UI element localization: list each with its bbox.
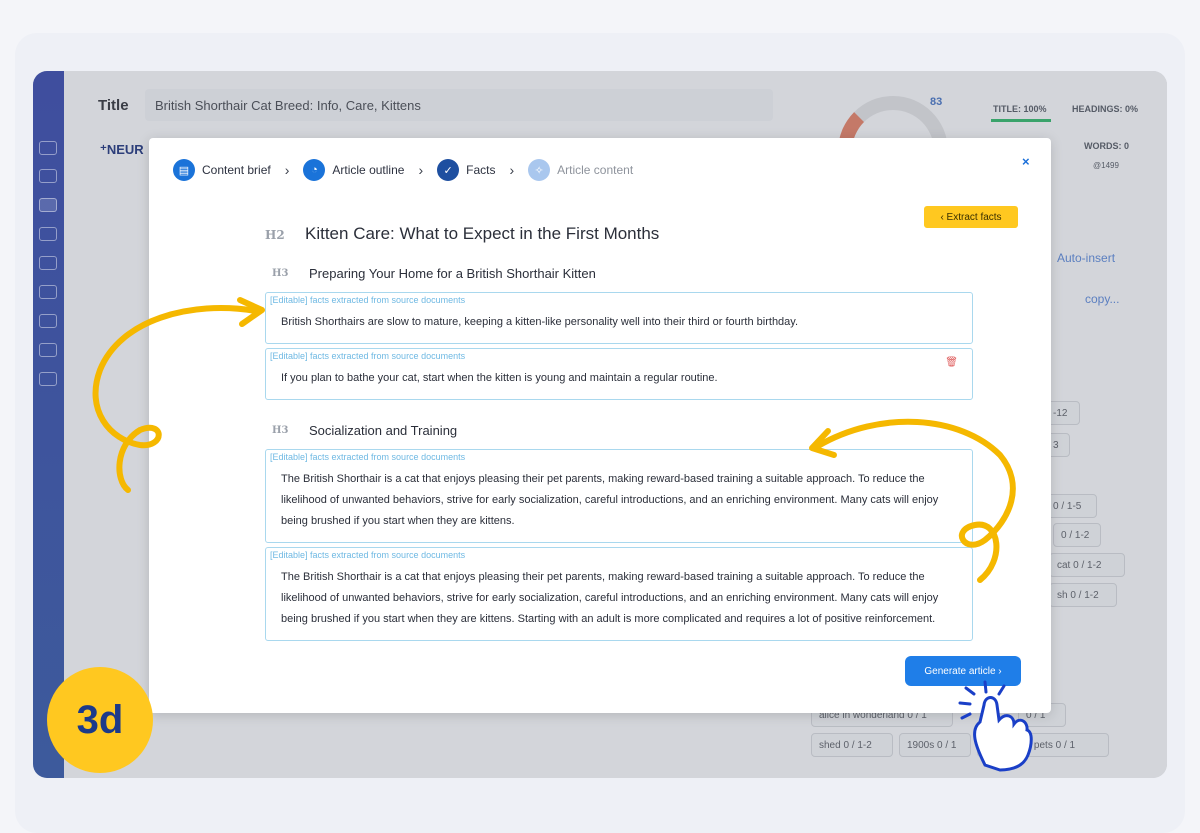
curved-arrow-left (92, 305, 259, 493)
annotation-arrows (92, 297, 1033, 772)
pointer-hand-icon (958, 680, 1033, 772)
curved-arrow-right (815, 418, 1016, 583)
step-badge: 3d (47, 667, 153, 773)
